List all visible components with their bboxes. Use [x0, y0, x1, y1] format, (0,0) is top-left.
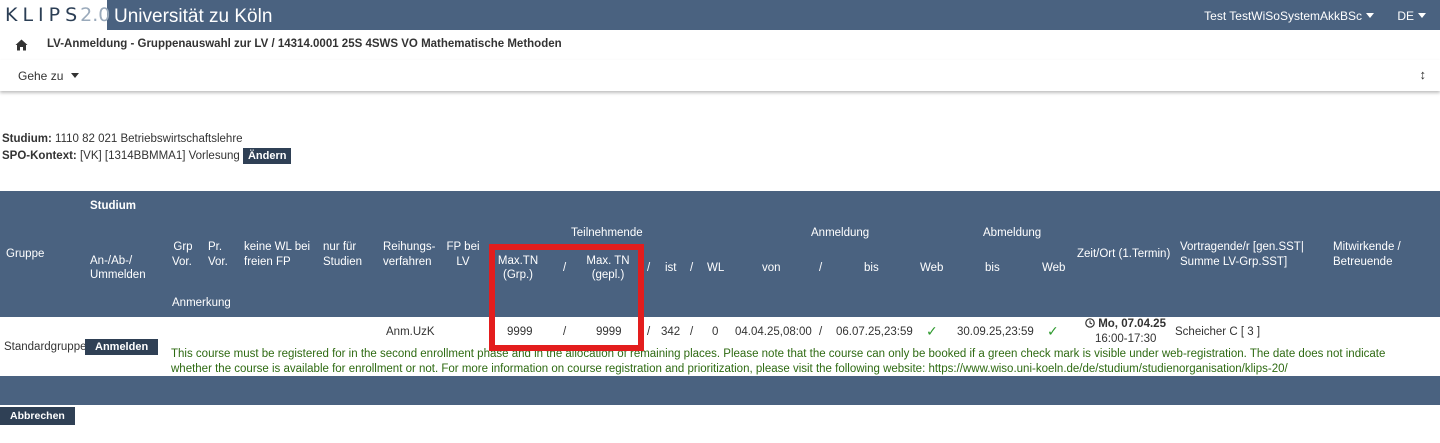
col-anmerkung: Anmerkung	[172, 297, 231, 309]
web-deregistration-check-icon: ✓	[1047, 323, 1059, 339]
col-mitwirkende: Mitwirkende /	[1333, 241, 1401, 253]
spo-context: SPO-Kontext: [VK] [1314BBMMA1] Vorlesung…	[2, 148, 292, 164]
col-verfahren: verfahren	[383, 256, 432, 268]
col-an-ab: An-/Ab-/	[90, 255, 133, 267]
col-slash: /	[690, 262, 694, 274]
col-pr: Pr.	[208, 241, 223, 253]
col-vortragende-sst: Summe LV-Grp.SST]	[1180, 256, 1288, 268]
col-zeit-ort: Zeit/Ort (1.Termin)	[1077, 248, 1171, 260]
register-button[interactable]: Anmelden	[85, 339, 159, 355]
group-teilnehmende: Teilnehmende	[571, 227, 643, 239]
web-registration-check-icon: ✓	[926, 323, 938, 339]
col-keine-wl: keine WL bei	[244, 241, 311, 253]
table-row: Standardgruppe Anmelden Anm.UzK 9999 / 9…	[0, 317, 1440, 376]
col-web: Web	[920, 262, 944, 274]
col-wl: WL	[707, 262, 725, 274]
clock-icon	[1085, 318, 1095, 328]
col-grp-vor: Vor.	[172, 256, 192, 268]
language-label: DE	[1397, 9, 1414, 23]
navigation-bar: Gehe zu ↕	[0, 60, 1440, 91]
ist-value: 342	[661, 326, 681, 338]
col-abm-bis: bis	[985, 262, 1000, 274]
termin-date[interactable]: Mo, 07.04.25	[1085, 318, 1166, 330]
spo-value: [VK] [1314BBMMA1] Vorlesung	[79, 150, 240, 162]
col-max-tn-gepl: Max. TN	[586, 255, 630, 267]
max-tn-gepl-value: 9999	[596, 326, 622, 338]
col-studien: Studien	[323, 256, 363, 268]
col-ummelden: Ummelden	[90, 269, 146, 281]
cancel-button[interactable]: Abbrechen	[0, 407, 75, 425]
col-pr-vor: Vor.	[208, 256, 228, 268]
anmeldung-bis-value: 06.07.25,23:59	[836, 326, 913, 338]
col-grp: Grp	[173, 241, 193, 253]
chevron-down-icon	[71, 73, 80, 78]
col-fp-bei: FP bei	[446, 241, 480, 253]
language-menu[interactable]: DE	[1397, 9, 1426, 23]
cancel-area: Abbrechen	[0, 406, 75, 425]
top-bar: KLIPS 2.0 Universität zu Köln Test TestW…	[0, 0, 1440, 30]
table-header: Gruppe Studium An-/Ab-/ Ummelden Grp Vor…	[0, 191, 1440, 317]
chevron-down-icon	[1418, 13, 1426, 18]
expand-collapse-icon[interactable]: ↕	[1420, 67, 1427, 82]
anmeldung-von-value: 04.04.25,08:00	[735, 326, 812, 338]
spo-label: SPO-Kontext:	[2, 150, 77, 162]
page-title: LV-Anmeldung - Gruppenauswahl zur LV / 1…	[47, 38, 562, 50]
studium-value: 1110 82 021 Betriebswirtschaftslehre	[55, 133, 243, 145]
home-icon[interactable]	[15, 39, 28, 51]
chevron-down-icon	[1366, 13, 1374, 18]
col-gepl: (gepl.)	[591, 269, 625, 281]
user-name: Test TestWiSoSystemAkkBSc	[1204, 9, 1362, 23]
col-gruppe: Gruppe	[6, 248, 45, 260]
col-slash: /	[819, 262, 823, 274]
col-freien-fp: freien FP	[244, 256, 291, 268]
wl-value: 0	[712, 326, 719, 338]
col-bis: bis	[864, 262, 879, 274]
group-anmeldung: Anmeldung	[811, 227, 870, 239]
col-max-tn-grp: (Grp.)	[502, 269, 534, 281]
abmeldung-bis-value: 30.09.25,23:59	[957, 326, 1034, 338]
separator: /	[690, 326, 694, 338]
studium-info: Studium: 1110 82 021 Betriebswirtschafts…	[2, 133, 243, 145]
col-ist: ist	[665, 262, 677, 274]
col-von: von	[762, 262, 781, 274]
goto-menu[interactable]: Gehe zu	[18, 69, 80, 83]
group-abmeldung: Abmeldung	[983, 227, 1042, 239]
table-footer	[0, 376, 1440, 405]
col-lv: LV	[456, 256, 470, 268]
col-nur-fuer: nur für	[323, 241, 357, 253]
col-reihungs: Reihungs-	[383, 241, 436, 253]
change-button[interactable]: Ändern	[242, 148, 292, 164]
course-note: This course must be registered for in th…	[171, 348, 1386, 375]
col-studium: Studium	[90, 200, 136, 212]
col-betreuende: Betreuende	[1333, 256, 1393, 268]
termin-time: 16:00-17:30	[1095, 333, 1157, 345]
klips-logo[interactable]: KLIPS 2.0	[0, 0, 111, 30]
studium-label: Studium:	[2, 133, 52, 145]
col-max-tn: Max.TN	[497, 255, 539, 267]
max-tn-grp-value: 9999	[507, 326, 533, 338]
group-name: Standardgruppe	[4, 341, 87, 353]
separator: /	[819, 326, 823, 338]
separator: /	[563, 326, 567, 338]
col-slash: /	[563, 262, 567, 274]
university-name: Universität zu Köln	[114, 6, 273, 27]
logo-version: 2.0	[80, 4, 111, 26]
logo-text: KLIPS	[5, 4, 83, 26]
reihungsverfahren-value: Anm.UzK	[386, 326, 435, 338]
termin-day: Mo, 07.04.25	[1098, 318, 1166, 330]
col-slash: /	[647, 262, 651, 274]
col-vortragende: Vortragende/r [gen.SST|	[1180, 241, 1304, 253]
goto-label: Gehe zu	[18, 69, 64, 83]
user-menu[interactable]: Test TestWiSoSystemAkkBSc	[1204, 9, 1374, 23]
vortragende-value[interactable]: Scheicher C [ 3 ]	[1175, 326, 1260, 338]
breadcrumb: LV-Anmeldung - Gruppenauswahl zur LV / 1…	[0, 30, 1440, 60]
col-abm-web: Web	[1042, 262, 1066, 274]
separator: /	[647, 326, 651, 338]
